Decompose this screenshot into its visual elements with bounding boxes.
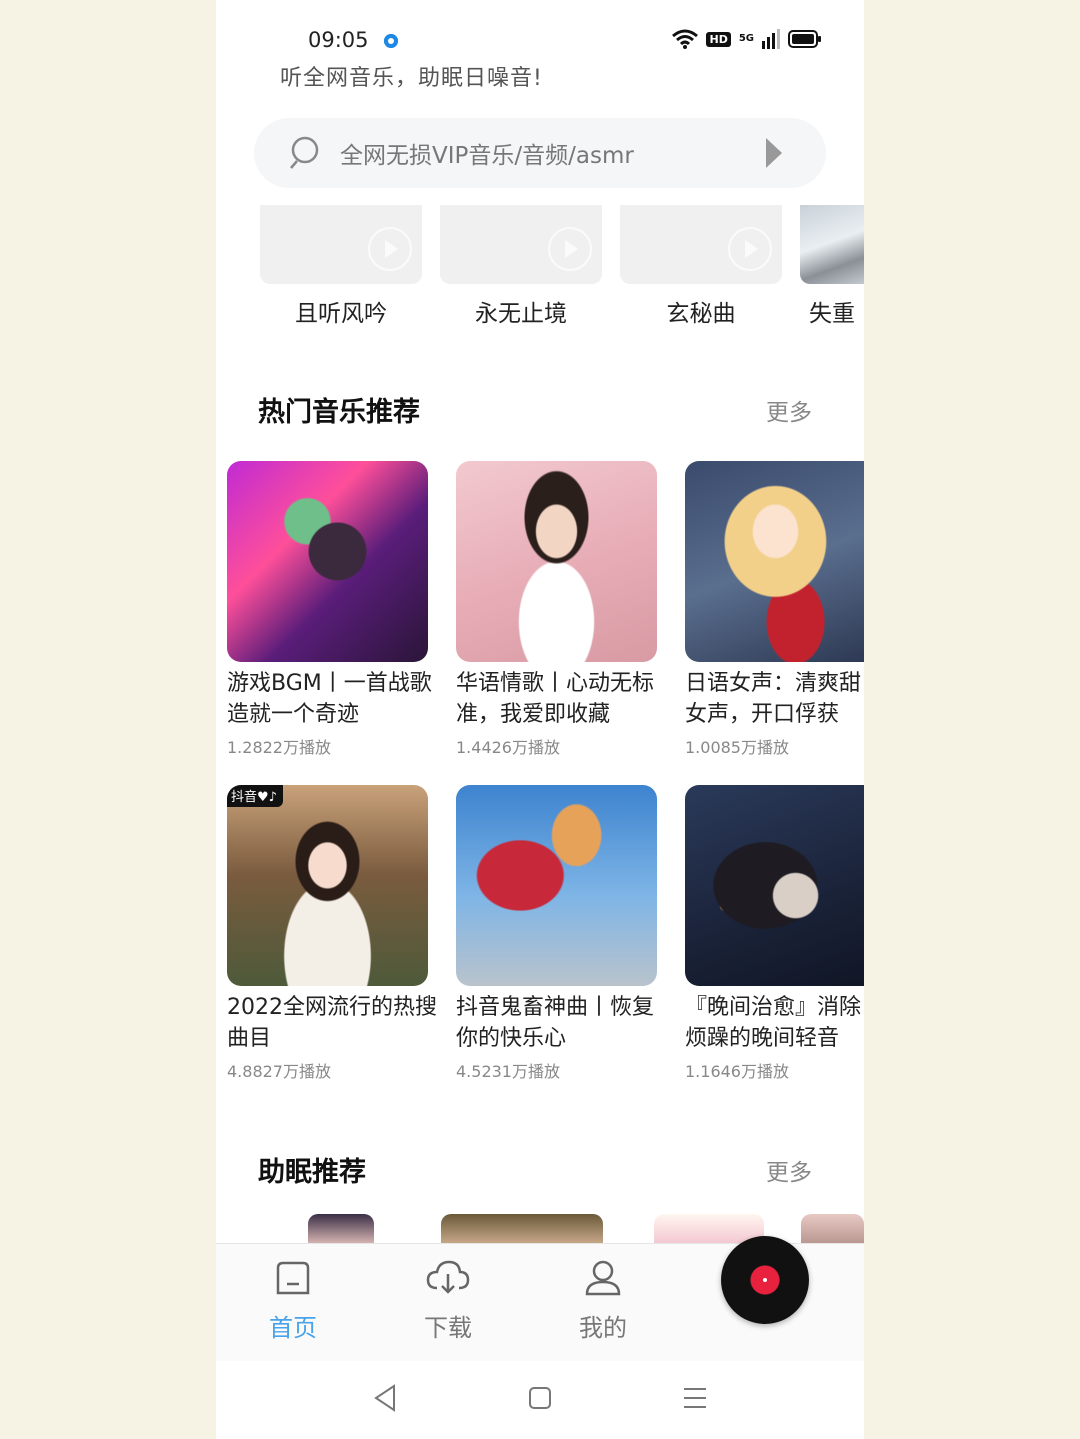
- bottom-nav: 首页 下载 我的: [216, 1236, 864, 1362]
- nav-label: 我的: [579, 1314, 627, 1342]
- playlist-label: 且听风吟: [295, 301, 387, 327]
- play-count: 1.4426万播放: [456, 738, 560, 757]
- network-badge: 5G: [738, 33, 754, 44]
- home-icon: [276, 1261, 310, 1295]
- app-screen: 09:05 HD 5G 听全网音乐，助眠日噪音! 全网无损VIP音乐/音频/as…: [216, 0, 864, 1439]
- section-title-hot: 热门音乐推荐: [258, 397, 420, 428]
- playlist-thumbnail[interactable]: [260, 205, 422, 284]
- playlist-card[interactable]: 日语女声：清爽甜女声，开口俘获 1.0085万播放: [685, 461, 864, 758]
- play-count: 1.1646万播放: [685, 1062, 789, 1081]
- status-time: 09:05: [308, 28, 369, 52]
- play-icon: [728, 227, 772, 271]
- system-nav-bar: [216, 1361, 864, 1439]
- sleep-cover[interactable]: [801, 1214, 864, 1244]
- playlist-card[interactable]: 抖音♥♪ 2022全网流行的热搜曲目 4.8827万播放: [227, 785, 437, 1082]
- nav-label: 首页: [269, 1314, 317, 1342]
- wifi-icon: [672, 29, 699, 49]
- quick-playlists: 且听风吟 永无止境 玄秘曲 失重: [260, 205, 864, 335]
- playlist-card[interactable]: 华语情歌丨心动无标准，我爱即收藏 1.4426万播放: [456, 461, 657, 758]
- search-icon: [290, 136, 319, 169]
- playlist-cover[interactable]: [685, 461, 864, 662]
- playlist-title: 抖音鬼畜神曲丨恢复你的快乐心: [456, 995, 655, 1051]
- notification-dot-icon: [384, 34, 398, 48]
- playlist-cover[interactable]: 抖音♥♪: [227, 785, 428, 986]
- user-icon: [585, 1260, 621, 1296]
- sleep-cover[interactable]: [441, 1214, 603, 1244]
- playlist-cover[interactable]: [456, 461, 657, 662]
- app-slogan: 听全网音乐，助眠日噪音!: [280, 66, 543, 91]
- playlist-card[interactable]: 抖音鬼畜神曲丨恢复你的快乐心 4.5231万播放: [456, 785, 657, 1082]
- playlist-label: 失重: [809, 301, 855, 327]
- playlist-title: 日语女声：清爽甜女声，开口俘获: [685, 671, 862, 727]
- play-count: 4.8827万播放: [227, 1062, 331, 1081]
- hd-badge: HD: [706, 31, 731, 47]
- more-link[interactable]: 更多: [766, 393, 812, 427]
- back-icon[interactable]: [372, 1383, 398, 1413]
- playlist-cover[interactable]: [456, 785, 657, 986]
- search-placeholder[interactable]: 全网无损VIP音乐/音频/asmr: [340, 136, 766, 170]
- playlist-cover[interactable]: [685, 785, 864, 986]
- play-count: 4.5231万播放: [456, 1062, 560, 1081]
- playlist-title: 华语情歌丨心动无标准，我爱即收藏: [456, 671, 655, 727]
- home-button-icon[interactable]: [528, 1383, 552, 1413]
- playlist-label: 玄秘曲: [666, 301, 736, 327]
- quick-playlist-item[interactable]: 失重: [800, 205, 864, 328]
- nav-profile[interactable]: 我的: [543, 1258, 663, 1343]
- search-bar[interactable]: 全网无损VIP音乐/音频/asmr: [254, 118, 826, 188]
- quick-playlist-item[interactable]: 且听风吟: [260, 205, 422, 328]
- playlist-title: 游戏BGM丨一首战歌造就一个奇迹: [227, 671, 432, 727]
- quick-playlist-item[interactable]: 永无止境: [440, 205, 602, 328]
- play-icon: [368, 227, 412, 271]
- playlist-thumbnail[interactable]: [620, 205, 782, 284]
- menu-icon[interactable]: [683, 1383, 707, 1413]
- quick-playlist-item[interactable]: 玄秘曲: [620, 205, 782, 328]
- signal-icon: [762, 29, 780, 49]
- play-arrow-icon[interactable]: [766, 138, 782, 168]
- douyin-tag: 抖音♥♪: [227, 785, 283, 807]
- playlist-card[interactable]: 游戏BGM丨一首战歌造就一个奇迹 1.2822万播放: [227, 461, 432, 758]
- sleep-cover[interactable]: [308, 1214, 374, 1244]
- playlist-cover[interactable]: [227, 461, 428, 662]
- playlist-label: 永无止境: [475, 301, 567, 327]
- status-icons: HD 5G: [672, 29, 822, 49]
- vinyl-disc-icon[interactable]: [721, 1236, 809, 1324]
- nav-home[interactable]: 首页: [233, 1258, 353, 1343]
- playlist-title: 2022全网流行的热搜曲目: [227, 995, 437, 1051]
- play-icon: [548, 227, 592, 271]
- playlist-thumbnail[interactable]: [800, 205, 864, 284]
- nav-label: 下载: [424, 1314, 472, 1342]
- playlist-title: 『晚间治愈』消除烦躁的晚间轻音: [685, 995, 862, 1051]
- cloud-download-icon: [426, 1260, 470, 1294]
- playlist-thumbnail[interactable]: [440, 205, 602, 284]
- more-link[interactable]: 更多: [766, 1153, 812, 1187]
- play-count: 1.0085万播放: [685, 738, 789, 757]
- battery-icon: [788, 30, 821, 48]
- section-title-sleep: 助眠推荐: [258, 1157, 366, 1188]
- playlist-card[interactable]: 『晚间治愈』消除烦躁的晚间轻音 1.1646万播放: [685, 785, 864, 1082]
- nav-download[interactable]: 下载: [388, 1258, 508, 1343]
- play-count: 1.2822万播放: [227, 738, 331, 757]
